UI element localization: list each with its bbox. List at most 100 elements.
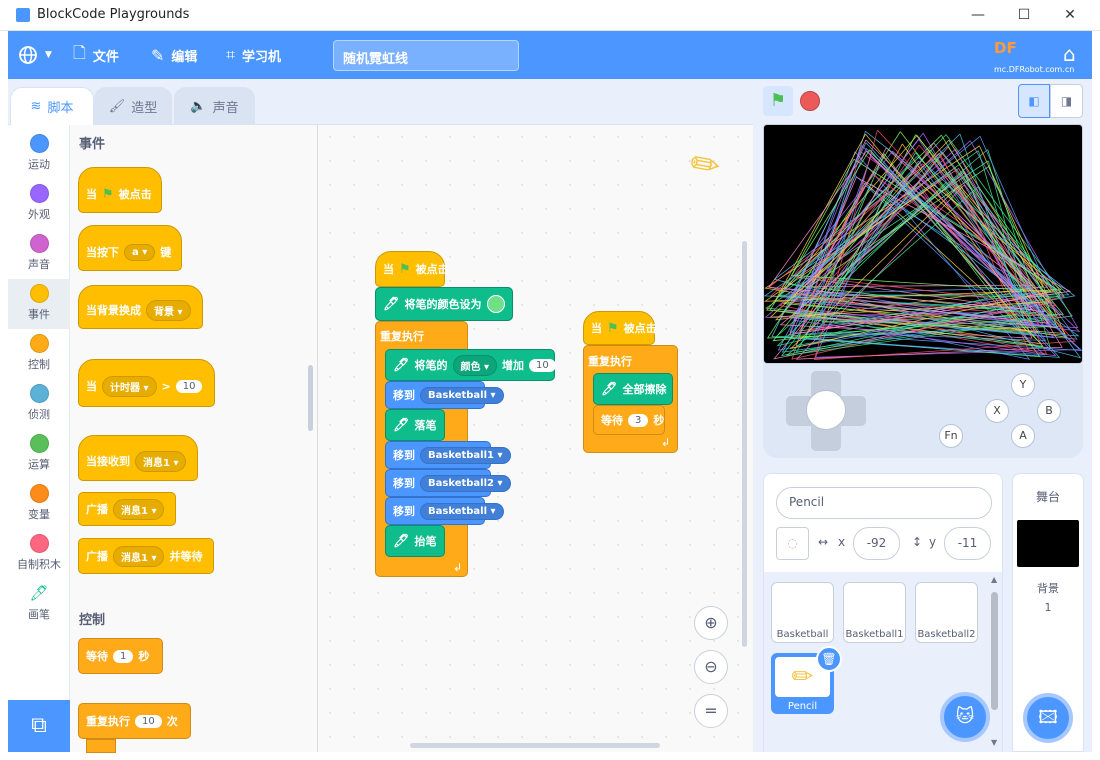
script2-erase-all[interactable]: 🖊 全部擦除 (593, 373, 673, 405)
block-broadcast-and-wait[interactable]: 广播 消息1 ▾ 并等待 (78, 538, 214, 574)
category-operators[interactable]: 运算 (8, 429, 70, 479)
maximize-button[interactable]: ☐ (1012, 4, 1036, 26)
block-repeat-times[interactable]: 重复执行 10 次 (78, 703, 191, 739)
category-motion[interactable]: 运动 (8, 129, 70, 179)
add-extension-button[interactable]: ⧉ (8, 700, 70, 752)
sprite-name-field[interactable]: Pencil (776, 487, 992, 519)
backdrop-dropdown[interactable]: 背景 ▾ (146, 299, 191, 321)
block-wait-seconds[interactable]: 等待 1 秒 (78, 638, 163, 674)
goto-dropdown[interactable]: Basketball1 ▾ (420, 446, 511, 464)
block-broadcast[interactable]: 广播 消息1 ▾ (78, 492, 176, 526)
project-title-input[interactable]: 随机霓虹线 (333, 40, 519, 71)
zoom-reset-button[interactable]: = (694, 694, 728, 728)
edit-menu[interactable]: ✎ 编辑 (151, 31, 197, 79)
tab-code[interactable]: ≋ 脚本 (10, 87, 94, 125)
script1-when-flag-clicked[interactable]: 当 ⚑ 被点击 (375, 251, 449, 287)
pen-param-dropdown[interactable]: 颜色 ▾ (452, 354, 498, 376)
repeat-value-input[interactable]: 10 (135, 714, 162, 728)
change-value-input[interactable]: 10 (529, 358, 556, 372)
category-variables[interactable]: 变量 (8, 479, 70, 529)
sprite-tile-basketball[interactable]: Basketball (771, 582, 834, 643)
category-sound[interactable]: 声音 (8, 229, 70, 279)
color-swatch[interactable] (486, 295, 505, 313)
gamepad-a-button[interactable]: A (1011, 424, 1035, 448)
category-events[interactable]: 事件 (8, 279, 70, 329)
gamepad-b-button[interactable]: B (1037, 399, 1061, 423)
block-when-backdrop-switches[interactable]: 当背景换成 背景 ▾ (78, 285, 203, 329)
script1-pen-up[interactable]: 🖊 抬笔 (385, 525, 445, 557)
delete-sprite-button[interactable]: 🗑 (816, 646, 842, 672)
wait-value-input[interactable]: 1 (113, 649, 134, 663)
timer-dropdown[interactable]: 计时器 ▾ (102, 375, 157, 397)
add-sprite-button[interactable]: 🐱 (940, 692, 990, 742)
language-menu[interactable]: ▼ (18, 31, 52, 79)
sprite-list-scrollbar[interactable] (991, 592, 998, 710)
script1-set-pen-color[interactable]: 🖊 将笔的颜色设为 (375, 287, 513, 321)
gamepad-x-button[interactable]: X (985, 399, 1009, 423)
small-stage-button[interactable]: ◧ (1018, 84, 1050, 118)
workspace-horizontal-scrollbar[interactable] (410, 743, 660, 748)
large-stage-button[interactable]: ◨ (1050, 84, 1083, 118)
goto-dropdown[interactable]: Basketball ▾ (420, 386, 504, 404)
script2-wait[interactable]: 等待 3 秒 (593, 405, 665, 435)
category-looks[interactable]: 外观 (8, 179, 70, 229)
menu-bar: ▼ 🗋 文件 ✎ 编辑 ⌗ 学习机 随机霓虹线 DF mc.DFRobot.co… (8, 31, 1092, 79)
file-menu[interactable]: 🗋 文件 (73, 31, 119, 79)
category-my-blocks[interactable]: 自制积木 (8, 529, 70, 579)
script1-goto-4[interactable]: 移到 Basketball ▾ (385, 497, 504, 525)
sprite-tile-basketball2[interactable]: Basketball2 (915, 582, 978, 643)
gamepad-fn-button[interactable]: Fn (939, 424, 963, 448)
zoom-in-button[interactable]: ⊕ (694, 606, 728, 640)
x-position-input[interactable]: -92 (853, 527, 900, 560)
goto-dropdown[interactable]: Basketball ▾ (420, 502, 504, 520)
zoom-out-button[interactable]: ⊖ (694, 650, 728, 684)
timer-value-input[interactable]: 10 (175, 379, 203, 393)
green-flag-button[interactable]: ⚑ (763, 86, 793, 116)
category-control[interactable]: 控制 (8, 329, 70, 379)
script1-goto-1[interactable]: 移到 Basketball ▾ (385, 381, 504, 409)
close-button[interactable]: ✕ (1058, 4, 1082, 26)
block-text: 广播 (86, 503, 108, 516)
message-dropdown[interactable]: 消息1 ▾ (135, 450, 187, 472)
sprite-pencil-icon: ✏ (686, 142, 724, 189)
pen-icon: 🖊 (601, 381, 618, 397)
home-icon[interactable]: ⌂ (1063, 42, 1076, 66)
stop-button[interactable] (800, 91, 820, 111)
scroll-up-icon[interactable]: ▲ (991, 575, 997, 584)
key-dropdown[interactable]: a ▾ (124, 243, 156, 261)
sprite-tile-basketball1[interactable]: Basketball1 (843, 582, 906, 643)
block-when-flag-clicked[interactable]: 当 ⚑ 被点击 (78, 167, 162, 213)
stage-canvas[interactable] (763, 124, 1083, 364)
learn-menu[interactable]: ⌗ 学习机 (226, 31, 281, 79)
edit-menu-label: 编辑 (171, 49, 198, 65)
tab-costumes[interactable]: 🖌 造型 (94, 87, 172, 125)
stage-target-panel[interactable]: 舞台 背景 1 🖾 (1012, 473, 1084, 752)
dfrobot-url: mc.DFRobot.com.cn (994, 65, 1075, 74)
scroll-down-icon[interactable]: ▼ (991, 738, 997, 747)
pen-icon: 🖊 (29, 584, 49, 602)
workspace-vertical-scrollbar[interactable] (742, 241, 747, 647)
joystick-knob[interactable] (806, 390, 846, 430)
stage-thumbnail[interactable] (1017, 520, 1079, 567)
wait-value-input[interactable]: 3 (628, 413, 649, 427)
goto-dropdown[interactable]: Basketball2 ▾ (420, 474, 511, 492)
block-when-receive[interactable]: 当接收到 消息1 ▾ (78, 435, 198, 481)
script1-change-pen-color[interactable]: 🖊 将笔的 颜色 ▾ 增加 10 (385, 349, 556, 381)
minimize-button[interactable]: — (966, 4, 990, 26)
block-when-timer-greater[interactable]: 当计时器 ▾ >10 (78, 359, 215, 407)
script2-when-flag-clicked[interactable]: 当 ⚑ 被点击 (583, 311, 657, 345)
script1-pen-down[interactable]: 🖊 落笔 (385, 409, 445, 441)
script1-goto-2[interactable]: 移到 Basketball1 ▾ (385, 441, 511, 469)
block-when-key-pressed[interactable]: 当按下 a ▾ 键 (78, 225, 182, 271)
category-sensing[interactable]: 侦测 (8, 379, 70, 429)
category-pen[interactable]: 🖊 画笔 (8, 579, 70, 629)
gamepad-y-button[interactable]: Y (1011, 373, 1035, 397)
broadcast-wait-dropdown[interactable]: 消息1 ▾ (113, 545, 165, 567)
broadcast-dropdown[interactable]: 消息1 ▾ (113, 498, 165, 520)
palette-scrollbar[interactable] (308, 365, 313, 431)
script1-goto-3[interactable]: 移到 Basketball2 ▾ (385, 469, 511, 497)
y-position-input[interactable]: -11 (944, 527, 991, 560)
tab-sounds[interactable]: 🔈 声音 (174, 87, 255, 125)
add-backdrop-button[interactable]: 🖾 (1023, 693, 1073, 743)
visibility-toggle[interactable]: ◌ (776, 527, 809, 560)
